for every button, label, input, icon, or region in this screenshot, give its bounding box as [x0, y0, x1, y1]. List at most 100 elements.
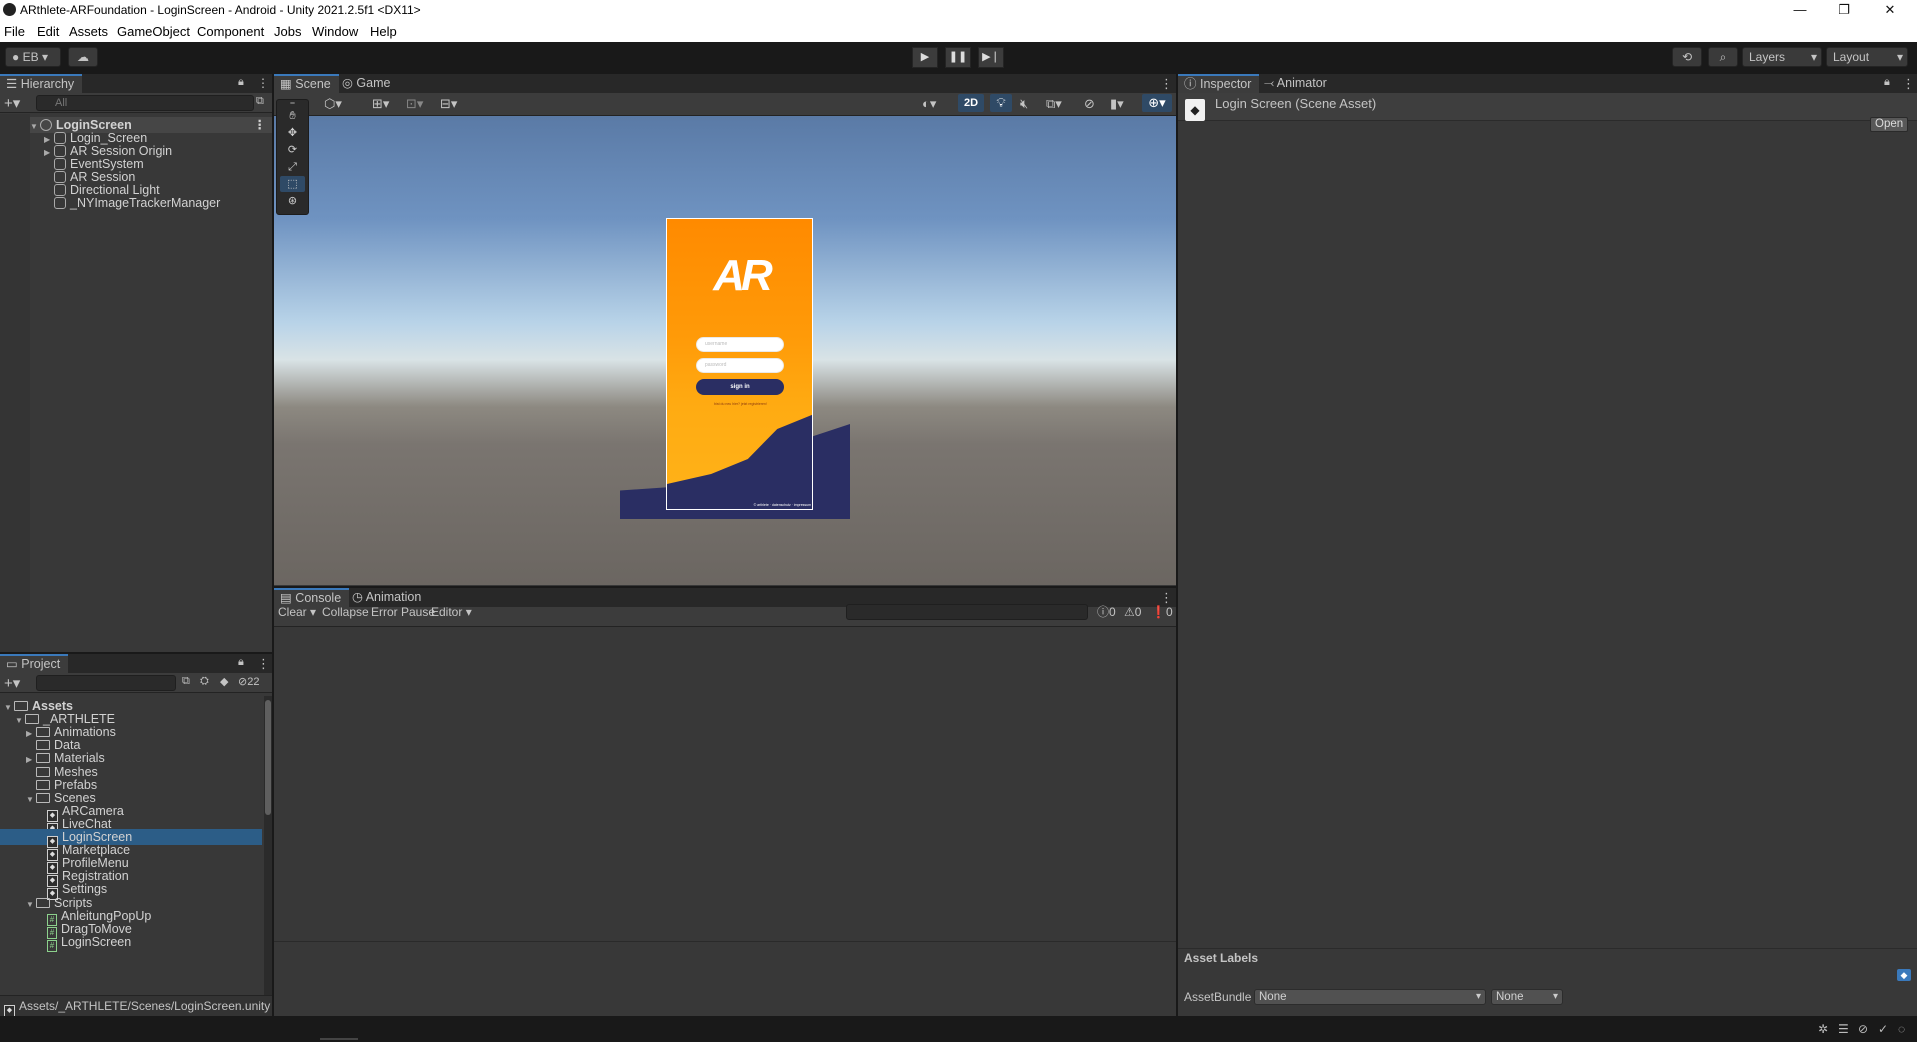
menu-help[interactable]: Help [370, 24, 397, 39]
shading-sphere-icon[interactable]: ◐▾ [922, 96, 936, 112]
menu-assets[interactable]: Assets [69, 24, 108, 39]
collapse-button[interactable]: Collapse [322, 604, 369, 621]
cache-server-icon[interactable]: ☰ [1838, 1022, 1849, 1036]
sync-icon[interactable]: ◌ [1898, 1022, 1905, 1036]
search-by-type-icon[interactable]: ⧉ [182, 675, 190, 688]
hierarchy-tabbar: ☰ Hierarchy 🔒︎ ⋮ [0, 74, 272, 93]
auto-generate-lighting-icon[interactable]: ⊘ [1858, 1022, 1868, 1036]
hierarchy-gutter [0, 114, 30, 652]
log-count-toggle[interactable]: ⓘ0 [1097, 604, 1116, 621]
debug-icon[interactable]: ✲ [1818, 1022, 1828, 1036]
history-icon[interactable]: ⟲ [1672, 47, 1702, 67]
editor-dropdown[interactable]: Editor ▾ [431, 604, 472, 621]
error-count-toggle[interactable]: ❗0 [1151, 604, 1173, 621]
layers-dropdown[interactable]: Layers ▾ [1742, 47, 1822, 67]
tab-scene[interactable]: ▦ Scene [274, 74, 339, 93]
kebab-menu-icon[interactable]: ⋮ [257, 656, 270, 672]
warning-count-toggle[interactable]: ⚠0 [1124, 604, 1141, 621]
hidden-objects-icon[interactable]: ⊘ [1084, 96, 1095, 112]
sign-in-button[interactable]: sign in [696, 379, 784, 395]
add-icon[interactable]: +▾ [4, 674, 20, 692]
register-link[interactable]: bist du neu hier? jetzt registrieren! [687, 402, 794, 406]
move-tool-icon[interactable]: ✥ [280, 125, 305, 141]
rect-tool-icon[interactable]: ⬚ [280, 176, 305, 192]
account-dropdown[interactable]: ● EB ▾ [5, 47, 61, 67]
hierarchy-toolbar: +▾ All ⧉ [0, 93, 272, 113]
project-tab-label: Project [21, 657, 61, 671]
folder-open-icon [36, 792, 50, 803]
kebab-menu-icon[interactable]: ⋮ [257, 76, 269, 90]
lighting-icon[interactable]: 💡︎ [990, 94, 1012, 112]
increment-snap-icon[interactable]: ⊡▾ [406, 96, 423, 112]
tag-icon[interactable]: ◆ [1897, 969, 1911, 981]
transform-tool-icon[interactable]: ⊛ [280, 193, 305, 209]
layout-dropdown[interactable]: Layout ▾ [1826, 47, 1908, 67]
asset-path-bar: ◆ Assets/_ARTHLETE/Scenes/LoginScreen.uni… [0, 995, 272, 1017]
hierarchy-item[interactable]: _NYImageTrackerManager [54, 195, 220, 211]
hidden-packages-icon[interactable]: ⊘22 [238, 675, 259, 688]
menu-file[interactable]: File [4, 24, 25, 39]
menu-edit[interactable]: Edit [37, 24, 59, 39]
2d-mode-toggle[interactable]: 2D [958, 94, 984, 112]
status-bar: ✲ ☰ ⊘ ✓ ◌ [0, 1016, 1917, 1042]
render-cube-icon[interactable]: ⬡▾ [324, 96, 342, 112]
audio-icon[interactable]: 🔇︎ [1020, 96, 1028, 112]
cloud-icon[interactable]: ☁ [68, 47, 98, 67]
kebab-menu-icon[interactable]: ⋮ [254, 117, 267, 133]
tab-hierarchy[interactable]: ☰ Hierarchy [0, 74, 83, 93]
hidden-count: 22 [247, 676, 260, 688]
play-button[interactable]: ▶ [912, 47, 938, 68]
menu-component[interactable]: Component [197, 24, 264, 39]
check-icon[interactable]: ✓ [1878, 1022, 1888, 1036]
project-tree-item[interactable]: # LoginScreen [0, 934, 262, 952]
scrollbar-thumb[interactable] [265, 700, 271, 815]
menu-gameobject[interactable]: GameObject [117, 24, 190, 39]
menu-jobs[interactable]: Jobs [274, 24, 301, 39]
open-button[interactable]: Open [1870, 117, 1909, 132]
minimize-button[interactable]: — [1778, 0, 1822, 21]
lock-icon[interactable]: 🔒︎ [238, 76, 244, 89]
username-field[interactable]: username [696, 337, 784, 352]
hierarchy-search-input[interactable]: All [36, 95, 254, 111]
scene-visibility-icon[interactable]: ⧉ [256, 95, 264, 108]
gizmos-icon[interactable]: ⊕▾ [1142, 94, 1172, 112]
clear-button[interactable]: Clear ▾ [278, 604, 316, 621]
search-by-label-icon[interactable]: ⛭ [200, 675, 209, 688]
console-search-input[interactable] [846, 604, 1088, 620]
close-button[interactable]: ✕ [1868, 0, 1912, 21]
camera-icon[interactable]: ▮▾ [1110, 96, 1124, 112]
tab-animator[interactable]: ⤙ Animator [1258, 74, 1335, 93]
drag-handle-icon[interactable]: ═ [280, 101, 305, 107]
search-icon[interactable]: ⌕ [1708, 47, 1738, 67]
lock-icon[interactable]: 🔒︎ [1884, 76, 1890, 89]
tab-project[interactable]: ▭ Project [0, 654, 69, 673]
tag-icon[interactable]: ◆ [220, 675, 228, 688]
maximize-button[interactable]: ❐ [1822, 0, 1866, 21]
add-icon[interactable]: +▾ [4, 94, 20, 112]
kebab-menu-icon[interactable]: ⋮ [1160, 76, 1173, 92]
password-field[interactable]: password [696, 358, 784, 373]
error-pause-button[interactable]: Error Pause [371, 604, 435, 621]
menu-window[interactable]: Window [312, 24, 358, 39]
scene-viewport[interactable]: AR username password sign in bist du neu… [274, 116, 1176, 585]
asset-title: Login Screen (Scene Asset) [1215, 96, 1377, 111]
tab-inspector[interactable]: ⓘ Inspector [1178, 74, 1260, 93]
effects-icon[interactable]: ⧉▾ [1046, 96, 1062, 112]
grid-snap-icon[interactable]: ⊞▾ [372, 96, 389, 112]
asset-variant-dropdown[interactable]: None [1491, 989, 1563, 1005]
project-search-input[interactable] [36, 675, 176, 691]
login-canvas[interactable]: AR username password sign in bist du neu… [666, 218, 813, 510]
asset-bundle-dropdown[interactable]: None [1254, 989, 1486, 1005]
hierarchy-panel: ☰ Hierarchy 🔒︎ ⋮ +▾ All ⧉ ▼ LoginScreen ⋮… [0, 74, 272, 652]
scale-tool-icon[interactable]: ⤢ [280, 159, 305, 175]
tab-game[interactable]: ◎ Game [336, 74, 398, 93]
scrollbar-track[interactable] [264, 696, 272, 996]
kebab-menu-icon[interactable]: ⋮ [1902, 76, 1915, 92]
hand-tool-icon[interactable]: ✋︎ [280, 108, 305, 124]
align-icon[interactable]: ⊟▾ [440, 96, 457, 112]
rotate-tool-icon[interactable]: ⟳ [280, 142, 305, 158]
pause-button[interactable]: ❚❚ [945, 47, 971, 68]
step-button[interactable]: ▶❘ [978, 47, 1004, 68]
layout-label: Layout [1833, 50, 1870, 64]
lock-icon[interactable]: 🔒︎ [238, 656, 244, 669]
